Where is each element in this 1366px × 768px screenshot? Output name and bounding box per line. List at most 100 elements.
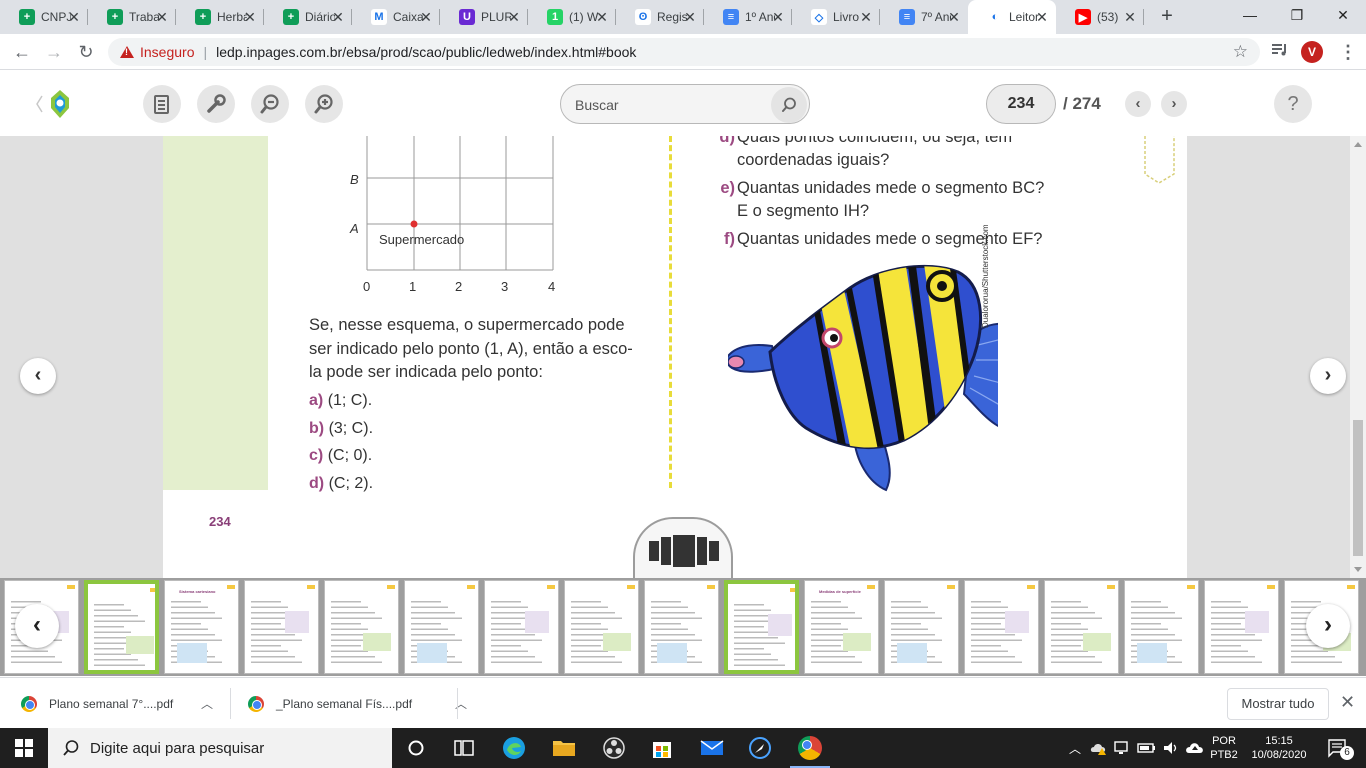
browser-tab[interactable]: ≡1º Ano✕ (704, 0, 792, 34)
page-number-input[interactable]: 234 (986, 84, 1056, 124)
browser-tab[interactable]: 1(1) WhatsApp✕ (528, 0, 616, 34)
tools-button[interactable] (197, 85, 235, 123)
notifications-button[interactable]: 6 (1318, 728, 1358, 768)
tab-close-icon[interactable]: ✕ (1034, 9, 1050, 25)
mail-icon[interactable] (688, 728, 736, 768)
tab-close-icon[interactable]: ✕ (770, 9, 786, 25)
edge-icon[interactable] (490, 728, 538, 768)
tab-close-icon[interactable]: ✕ (66, 9, 82, 25)
page-thumbnail[interactable] (84, 580, 159, 674)
store-icon[interactable] (638, 728, 686, 768)
zoom-out-button[interactable] (251, 85, 289, 123)
tab-close-icon[interactable]: ✕ (858, 9, 874, 25)
onedrive-upload-icon[interactable] (1184, 728, 1206, 768)
prev-page-arrow[interactable]: ‹ (20, 358, 56, 394)
browser-tab[interactable]: + Diário ✕ (264, 0, 352, 34)
tab-close-icon[interactable]: ✕ (418, 9, 434, 25)
tab-close-icon[interactable]: ✕ (154, 9, 170, 25)
close-download-bar-icon[interactable]: ✕ (1340, 692, 1355, 713)
tab-close-icon[interactable]: ✕ (506, 9, 522, 25)
scrollbar-thumb[interactable] (1353, 420, 1363, 556)
viewer-scrollbar[interactable] (1350, 136, 1366, 578)
browser-tab[interactable]: M Caixa ✕ (352, 0, 440, 34)
chevron-up-icon[interactable]: ︿ (201, 695, 213, 712)
url-text[interactable]: ledp.inpages.com.br/ebsa/prod/scao/publi… (216, 44, 636, 60)
language-indicator[interactable]: POR PTB2 (1206, 728, 1242, 768)
chrome-taskbar-icon[interactable] (786, 728, 834, 768)
browser-tab[interactable]: +Trabalho✕ (88, 0, 176, 34)
forward-button[interactable]: → (42, 40, 66, 64)
page-thumbnail[interactable]: Sistema cartesiano (164, 580, 239, 674)
tray-expand-icon[interactable]: ︿ (1066, 728, 1084, 768)
scroll-down-arrow[interactable] (1354, 567, 1362, 572)
page-thumbnail[interactable] (244, 580, 319, 674)
thumbnails-next-button[interactable]: › (1306, 604, 1350, 648)
next-page-arrow[interactable]: › (1310, 358, 1346, 394)
bookmark-ribbon-icon[interactable] (1143, 136, 1177, 186)
tab-close-icon[interactable]: ✕ (682, 9, 698, 25)
taskbar-search[interactable]: Digite aqui para pesquisar (48, 728, 392, 768)
page-thumbnail[interactable] (964, 580, 1039, 674)
battery-icon[interactable] (1136, 728, 1158, 768)
volume-icon[interactable] (1160, 728, 1182, 768)
cloud-warning-icon[interactable] (1088, 728, 1110, 768)
thumbnails-prev-button[interactable]: ‹ (15, 604, 59, 648)
browser-tab[interactable]: +Herbário✕ (176, 0, 264, 34)
menu-kebab-icon[interactable]: ⋮ (1336, 40, 1360, 64)
browser-tab[interactable]: ▶ (53) ✕ (1056, 0, 1144, 34)
tab-close-icon[interactable]: ✕ (946, 9, 962, 25)
next-page-button[interactable]: › (1161, 91, 1187, 117)
obs-icon[interactable] (590, 728, 638, 768)
tab-close-icon[interactable]: ✕ (1122, 9, 1138, 25)
page-thumbnail[interactable] (644, 580, 719, 674)
tab-close-icon[interactable]: ✕ (330, 9, 346, 25)
sumario-button[interactable] (143, 85, 181, 123)
browser-icon[interactable] (736, 728, 784, 768)
file-explorer-icon[interactable] (540, 728, 588, 768)
page-thumbnail[interactable] (484, 580, 559, 674)
close-window-button[interactable]: ✕ (1320, 0, 1366, 30)
page-thumbnail[interactable] (724, 580, 799, 674)
start-button[interactable] (0, 728, 48, 768)
page-thumbnail[interactable] (404, 580, 479, 674)
page-thumbnail[interactable]: Medidas de superfície (804, 580, 879, 674)
page-thumbnail[interactable] (1044, 580, 1119, 674)
page-thumbnail[interactable] (884, 580, 959, 674)
reload-button[interactable]: ↻ (74, 40, 98, 64)
minimize-button[interactable]: — (1227, 0, 1273, 30)
browser-tab[interactable]: ◇ Livro ✕ (792, 0, 880, 34)
browser-tab[interactable]: UPLURALL✕ (440, 0, 528, 34)
browser-tab[interactable]: ◐ Leitor ✕ (968, 0, 1056, 34)
zoom-in-button[interactable] (305, 85, 343, 123)
page-thumbnail[interactable] (1204, 580, 1279, 674)
thumbnail-toggle-button[interactable] (633, 517, 733, 581)
omnibox[interactable]: Inseguro | ledp.inpages.com.br/ebsa/prod… (108, 38, 1260, 66)
media-control-icon[interactable] (1268, 40, 1292, 64)
browser-tab[interactable]: ≡7º Ano✕ (880, 0, 968, 34)
scroll-up-arrow[interactable] (1354, 142, 1362, 147)
app-logo[interactable] (36, 88, 76, 120)
show-all-downloads-button[interactable]: Mostrar tudo (1227, 688, 1329, 720)
tab-close-icon[interactable]: ✕ (242, 9, 258, 25)
search-button[interactable] (771, 87, 807, 123)
page-thumbnail[interactable] (324, 580, 399, 674)
network-icon[interactable] (1112, 728, 1134, 768)
profile-avatar[interactable]: V (1301, 41, 1323, 63)
maximize-button[interactable]: ❐ (1274, 0, 1320, 30)
bookmark-star-icon[interactable]: ☆ (1233, 42, 1248, 62)
clock[interactable]: 15:15 10/08/2020 (1244, 728, 1314, 768)
page-thumbnail[interactable] (564, 580, 639, 674)
security-label[interactable]: Inseguro (140, 44, 194, 60)
page-thumbnail[interactable] (1124, 580, 1199, 674)
help-button[interactable]: ? (1274, 85, 1312, 123)
previous-page-button[interactable]: ‹ (1125, 91, 1151, 117)
download-item[interactable]: _Plano semanal Fís....pdf ︿ (248, 678, 467, 729)
cortana-icon[interactable] (392, 728, 440, 768)
back-button[interactable]: ← (10, 40, 34, 64)
book-search-input[interactable] (575, 95, 765, 115)
task-view-icon[interactable] (440, 728, 488, 768)
download-item[interactable]: Plano semanal 7°....pdf ︿ (21, 678, 213, 729)
new-tab-button[interactable]: + (1155, 5, 1179, 29)
browser-tab[interactable]: + CNPJ ✕ (0, 0, 88, 34)
book-viewer[interactable]: B A Supermercado 0 1 2 3 4 Se, nesse esq… (0, 136, 1350, 578)
